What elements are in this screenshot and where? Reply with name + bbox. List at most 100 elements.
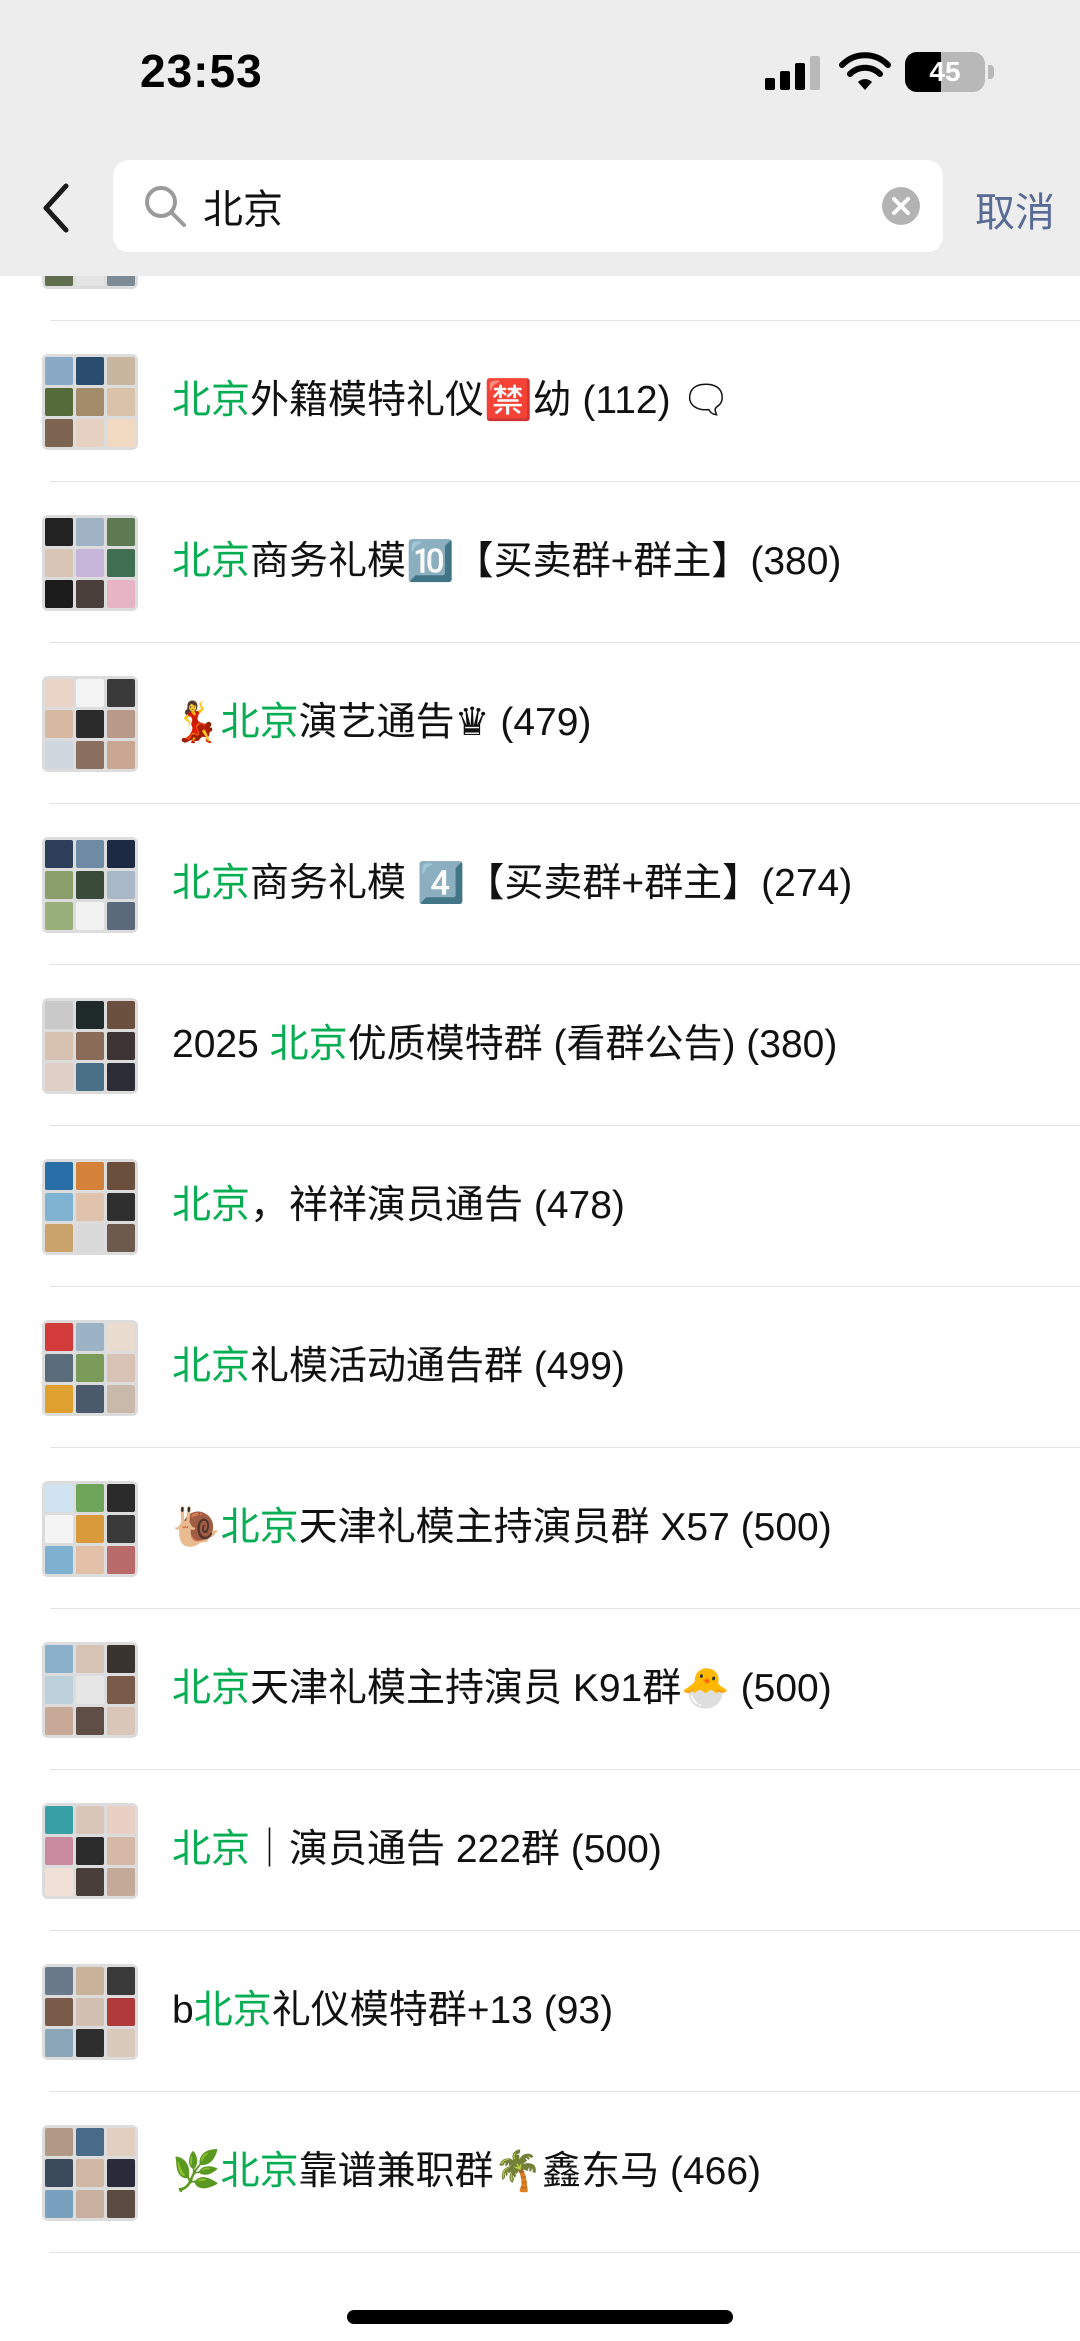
matched-keyword: 北京 <box>172 540 251 583</box>
group-name-suffix: 天津礼模主持演员 K91群🐣 (500) <box>250 1667 832 1710</box>
group-result-row[interactable]: 北京拍戏演员 (500) <box>0 276 1080 321</box>
cellular-signal-icon <box>765 56 823 90</box>
member-avatar-tile <box>45 388 73 416</box>
cancel-button[interactable]: 取消 <box>975 180 1055 238</box>
group-result-row[interactable]: 北京｜演员通告 222群 (500) <box>0 1770 1080 1931</box>
group-name: 北京天津礼模主持演员 K91群🐣 (500) <box>172 1659 832 1719</box>
group-name: 北京外籍模特礼仪🈲幼 (112) 🗨 <box>172 371 731 431</box>
member-avatar-tile <box>107 518 135 546</box>
back-chevron-icon[interactable] <box>36 178 76 238</box>
group-name-suffix: 天津礼模主持演员群 X57 (500) <box>298 1506 832 1549</box>
member-avatar-tile <box>76 1224 104 1252</box>
group-result-row[interactable]: 北京礼模活动通告群 (499) <box>0 1287 1080 1448</box>
group-name-suffix: ｜演员通告 222群 (500) <box>250 1828 662 1871</box>
member-avatar-tile <box>76 388 104 416</box>
member-avatar-tile <box>45 357 73 385</box>
member-avatar-tile <box>45 1998 73 2026</box>
group-name: 2025 北京优质模特群 (看群公告) (380) <box>172 1015 837 1075</box>
member-avatar-tile <box>45 549 73 577</box>
member-avatar-tile <box>45 871 73 899</box>
group-name-suffix: 商务礼模 4️⃣【买卖群+群主】(274) <box>250 862 853 905</box>
member-avatar-tile <box>45 419 73 447</box>
search-results-list[interactable]: 北京拍戏演员 (500) 北京外籍模特礼仪🈲幼 (112) 🗨 北京商务礼模🔟【买卖… <box>0 276 1080 2341</box>
member-avatar-tile <box>45 1323 73 1351</box>
member-avatar-tile <box>76 902 104 930</box>
member-avatar-tile <box>45 2159 73 2187</box>
group-name: 北京，祥祥演员通告 (478) <box>172 1176 625 1236</box>
group-name-suffix: 礼仪模特群+13 (93) <box>271 1989 614 2032</box>
member-avatar-tile <box>45 1967 73 1995</box>
wifi-icon <box>839 52 891 90</box>
group-name-suffix: 礼模活动通告群 (499) <box>250 1345 625 1388</box>
member-avatar-tile <box>45 902 73 930</box>
member-avatar-tile <box>76 1707 104 1735</box>
matched-keyword: 北京 <box>172 379 251 422</box>
member-avatar-tile <box>107 1193 135 1221</box>
member-avatar-tile <box>45 1676 73 1704</box>
member-avatar-tile <box>45 1162 73 1190</box>
member-avatar-tile <box>107 1676 135 1704</box>
member-avatar-tile <box>76 840 104 868</box>
matched-keyword: 北京 <box>193 1989 272 2032</box>
matched-keyword: 北京 <box>269 1023 348 1066</box>
member-avatar-tile <box>45 1645 73 1673</box>
member-avatar-tile <box>107 1707 135 1735</box>
group-name: 🌿北京靠谱兼职群🌴鑫东马 (466) <box>172 2142 761 2202</box>
member-avatar-tile <box>45 741 73 769</box>
member-avatar-tile <box>107 741 135 769</box>
member-avatar-tile <box>107 1837 135 1865</box>
member-avatar-tile <box>107 1484 135 1512</box>
member-avatar-tile <box>76 2159 104 2187</box>
group-result-row[interactable]: 🐌北京天津礼模主持演员群 X57 (500) <box>0 1448 1080 1609</box>
member-avatar-tile <box>107 1224 135 1252</box>
member-avatar-tile <box>76 580 104 608</box>
group-result-row[interactable]: 🌿北京靠谱兼职群🌴鑫东马 (466) <box>0 2092 1080 2253</box>
member-avatar-tile <box>76 1837 104 1865</box>
group-result-row[interactable]: 💃北京演艺通告♛ (479) <box>0 643 1080 804</box>
group-avatar <box>42 515 138 611</box>
member-avatar-tile <box>107 1967 135 1995</box>
group-result-row[interactable]: 2025 北京优质模特群 (看群公告) (380) <box>0 965 1080 1126</box>
group-name: b北京礼仪模特群+13 (93) <box>172 1981 613 2041</box>
member-avatar-tile <box>45 276 73 286</box>
matched-keyword: 北京 <box>172 1345 251 1388</box>
group-name: 北京礼模活动通告群 (499) <box>172 1337 625 1397</box>
group-name-prefix: 2025 <box>172 1023 270 1066</box>
member-avatar-tile <box>76 1032 104 1060</box>
matched-keyword: 北京 <box>220 1506 299 1549</box>
member-avatar-tile <box>45 1806 73 1834</box>
member-avatar-tile <box>45 710 73 738</box>
member-avatar-tile <box>76 741 104 769</box>
clear-icon[interactable] <box>881 186 921 226</box>
member-avatar-tile <box>76 871 104 899</box>
member-avatar-tile <box>107 1546 135 1574</box>
member-avatar-tile <box>76 518 104 546</box>
group-result-row[interactable]: 北京商务礼模 4️⃣【买卖群+群主】(274) <box>0 804 1080 965</box>
member-avatar-tile <box>107 1385 135 1413</box>
group-result-row[interactable]: 北京外籍模特礼仪🈲幼 (112) 🗨 <box>0 321 1080 482</box>
member-avatar-tile <box>107 679 135 707</box>
group-name-prefix: 💃 <box>172 701 221 744</box>
member-avatar-tile <box>45 1515 73 1543</box>
group-avatar <box>42 1159 138 1255</box>
member-avatar-tile <box>76 357 104 385</box>
member-avatar-tile <box>107 2128 135 2156</box>
member-avatar-tile <box>76 1385 104 1413</box>
member-avatar-tile <box>76 1676 104 1704</box>
home-indicator <box>347 2310 733 2324</box>
matched-keyword: 北京 <box>220 2150 299 2193</box>
member-avatar-tile <box>107 2029 135 2057</box>
member-avatar-tile <box>107 1998 135 2026</box>
battery-level-text: 45 <box>929 56 961 87</box>
group-name-prefix: 🐌 <box>172 1506 221 1549</box>
member-avatar-tile <box>76 1515 104 1543</box>
group-result-row[interactable]: 北京天津礼模主持演员 K91群🐣 (500) <box>0 1609 1080 1770</box>
group-result-row[interactable]: 北京，祥祥演员通告 (478) <box>0 1126 1080 1287</box>
member-avatar-tile <box>76 2190 104 2218</box>
group-result-row[interactable]: b北京礼仪模特群+13 (93) <box>0 1931 1080 2092</box>
member-avatar-tile <box>45 1837 73 1865</box>
group-result-row[interactable]: 北京商务礼模🔟【买卖群+群主】(380) <box>0 482 1080 643</box>
member-avatar-tile <box>107 1515 135 1543</box>
search-field[interactable] <box>113 160 943 252</box>
search-input[interactable] <box>203 160 883 252</box>
